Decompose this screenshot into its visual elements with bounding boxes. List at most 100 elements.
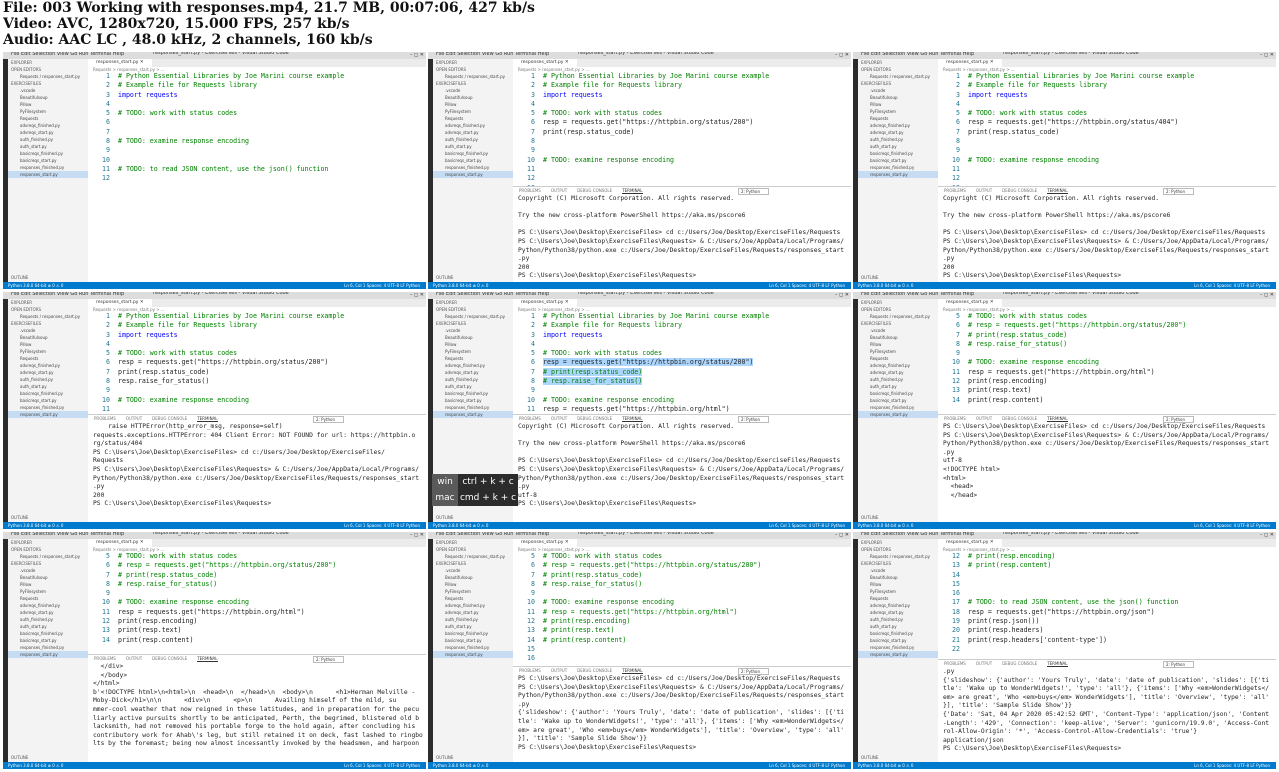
file-tree-item[interactable]: .vscode	[858, 327, 938, 334]
open-editors-header[interactable]: OPEN EDITORS	[858, 306, 938, 313]
terminal-output[interactable]: Copyright (C) Microsoft Corporation. All…	[938, 195, 1276, 281]
terminal-output[interactable]: Copyright (C) Microsoft Corporation. All…	[513, 423, 851, 509]
file-tree-item[interactable]: responses_finished.py	[433, 164, 513, 171]
open-editor-item[interactable]: Requests / responses_start.py	[8, 313, 88, 320]
file-tree-item[interactable]: advreqs_start.py	[433, 609, 513, 616]
panel-tab[interactable]: TERMINAL	[1047, 661, 1068, 667]
file-tree-item[interactable]: Pillow	[433, 581, 513, 588]
file-tree-item[interactable]: Beautifulsoup	[858, 574, 938, 581]
file-tree-item[interactable]: auth_finished.py	[8, 136, 88, 143]
terminal-output[interactable]: </div> </body> </html> b'<!DOCTYPE html>\n…	[88, 663, 426, 749]
file-tree-item[interactable]: Beautifulsoup	[8, 574, 88, 581]
status-left[interactable]: Python 3.8.0 64-bit ⊗ 0 ⚠ 0	[8, 522, 63, 529]
status-right[interactable]: Ln 6, Col 1 Spaces: 4 UTF-8 LF Python	[769, 762, 845, 769]
outline-header[interactable]: OUTLINE	[11, 755, 28, 760]
terminal-output[interactable]: PS C:\Users\Joe\Desktop\ExerciseFiles> c…	[938, 423, 1276, 500]
editor-tab[interactable]: responses_start.py ✕	[88, 59, 152, 67]
file-tree-item[interactable]: .vscode	[8, 567, 88, 574]
code-editor[interactable]: 5 # TODO: work with status codes 6 # resp =…	[513, 552, 851, 664]
open-editor-item[interactable]: Requests / responses_start.py	[8, 553, 88, 560]
file-tree-item[interactable]: responses_start.py	[858, 171, 938, 178]
window-controls[interactable]: – ◻ ✕	[1260, 532, 1274, 538]
file-tree-item[interactable]: Requests	[433, 115, 513, 122]
code-editor[interactable]: 1 # Python Essential Libraries by Joe Mar…	[513, 72, 851, 193]
folder-header[interactable]: EXERCISEFILES	[8, 80, 88, 87]
panel-tab[interactable]: TERMINAL	[197, 656, 218, 662]
open-editor-item[interactable]: Requests / responses_start.py	[858, 553, 938, 560]
editor-tab[interactable]: responses_start.py ✕	[88, 299, 152, 307]
file-tree-item[interactable]: basicreqs_start.py	[433, 157, 513, 164]
open-editor-item[interactable]: Requests / responses_start.py	[8, 73, 88, 80]
menu-bar[interactable]: File Edit Selection View Go Run Terminal…	[11, 292, 124, 297]
file-tree-item[interactable]: .vscode	[858, 567, 938, 574]
editor-tab[interactable]: responses_start.py ✕	[938, 539, 1002, 547]
status-right[interactable]: Ln 6, Col 1 Spaces: 4 UTF-8 LF Python	[769, 522, 845, 529]
file-tree-item[interactable]: responses_finished.py	[858, 404, 938, 411]
file-tree-item[interactable]: Requests	[8, 115, 88, 122]
file-tree-item[interactable]: .vscode	[858, 87, 938, 94]
folder-header[interactable]: EXERCISEFILES	[433, 80, 513, 87]
file-tree-item[interactable]: PyFilesystem	[433, 348, 513, 355]
file-tree-item[interactable]: PyFilesystem	[8, 588, 88, 595]
menu-bar[interactable]: File Edit Selection View Go Run Terminal…	[861, 292, 974, 297]
file-tree-item[interactable]: responses_start.py	[433, 411, 513, 418]
editor-tab[interactable]: responses_start.py ✕	[938, 59, 1002, 67]
status-right[interactable]: Ln 6, Col 1 Spaces: 4 UTF-8 LF Python	[344, 282, 420, 289]
file-tree-item[interactable]: basicreqs_start.py	[858, 397, 938, 404]
status-left[interactable]: Python 3.8.0 64-bit ⊗ 0 ⚠ 0	[858, 522, 913, 529]
menu-bar[interactable]: File Edit Selection View Go Run Terminal…	[436, 532, 549, 537]
window-controls[interactable]: – ◻ ✕	[1260, 292, 1274, 298]
file-tree-item[interactable]: .vscode	[433, 567, 513, 574]
folder-header[interactable]: EXERCISEFILES	[433, 560, 513, 567]
terminal-select[interactable]: 2: Python	[1163, 416, 1195, 423]
file-tree-item[interactable]: basicreqs_start.py	[433, 397, 513, 404]
panel-tab[interactable]: PROBLEMS	[944, 416, 966, 421]
window-controls[interactable]: – ◻ ✕	[835, 532, 849, 538]
panel-tab[interactable]: PROBLEMS	[944, 661, 966, 666]
file-tree-item[interactable]: responses_start.py	[8, 171, 88, 178]
file-tree-item[interactable]: advreqs_finished.py	[433, 362, 513, 369]
panel-tab[interactable]: DEBUG CONSOLE	[1002, 188, 1037, 193]
window-controls[interactable]: – ◻ ✕	[410, 532, 424, 538]
menu-bar[interactable]: File Edit Selection View Go Run Terminal…	[11, 532, 124, 537]
terminal-output[interactable]: Copyright (C) Microsoft Corporation. All…	[513, 195, 851, 281]
panel-tab[interactable]: OUTPUT	[551, 188, 567, 193]
outline-header[interactable]: OUTLINE	[436, 755, 453, 760]
panel-tab[interactable]: DEBUG CONSOLE	[577, 668, 612, 673]
file-tree-item[interactable]: auth_start.py	[8, 143, 88, 150]
file-tree-item[interactable]: responses_start.py	[433, 651, 513, 658]
panel-tab[interactable]: DEBUG CONSOLE	[1002, 416, 1037, 421]
panel-tab[interactable]: TERMINAL	[197, 416, 218, 422]
file-tree-item[interactable]: basicreqs_finished.py	[8, 150, 88, 157]
terminal-select[interactable]: 2: Python	[1163, 661, 1195, 668]
file-tree-item[interactable]: advreqs_start.py	[433, 369, 513, 376]
open-editors-header[interactable]: OPEN EDITORS	[858, 546, 938, 553]
status-left[interactable]: Python 3.8.0 64-bit ⊗ 0 ⚠ 0	[433, 282, 488, 289]
outline-header[interactable]: OUTLINE	[861, 275, 878, 280]
panel-tab[interactable]: PROBLEMS	[94, 656, 116, 661]
file-tree-item[interactable]: Beautifulsoup	[8, 94, 88, 101]
file-tree-item[interactable]: advreqs_finished.py	[858, 362, 938, 369]
file-tree-item[interactable]: responses_start.py	[8, 411, 88, 418]
panel-tab[interactable]: OUTPUT	[126, 416, 142, 421]
file-tree-item[interactable]: Beautifulsoup	[433, 94, 513, 101]
file-tree-item[interactable]: PyFilesystem	[8, 108, 88, 115]
panel-tab[interactable]: OUTPUT	[976, 661, 992, 666]
open-editor-item[interactable]: Requests / responses_start.py	[858, 313, 938, 320]
file-tree-item[interactable]: Pillow	[8, 581, 88, 588]
panel-tab[interactable]: OUTPUT	[976, 188, 992, 193]
file-tree-item[interactable]: Beautifulsoup	[8, 334, 88, 341]
file-tree-item[interactable]: basicreqs_finished.py	[433, 390, 513, 397]
menu-bar[interactable]: File Edit Selection View Go Run Terminal…	[436, 52, 549, 57]
file-tree-item[interactable]: PyFilesystem	[858, 348, 938, 355]
terminal-output[interactable]: PS C:\Users\Joe\Desktop\ExerciseFiles> c…	[513, 675, 851, 752]
status-right[interactable]: Ln 6, Col 1 Spaces: 4 UTF-8 LF Python	[1194, 282, 1270, 289]
status-right[interactable]: Ln 6, Col 1 Spaces: 4 UTF-8 LF Python	[344, 762, 420, 769]
file-tree-item[interactable]: basicreqs_finished.py	[858, 150, 938, 157]
panel-tab[interactable]: PROBLEMS	[519, 668, 541, 673]
terminal-select[interactable]: 2: Python	[738, 416, 770, 423]
file-tree-item[interactable]: Pillow	[8, 101, 88, 108]
file-tree-item[interactable]: Beautifulsoup	[858, 94, 938, 101]
outline-header[interactable]: OUTLINE	[11, 275, 28, 280]
file-tree-item[interactable]: PyFilesystem	[8, 348, 88, 355]
